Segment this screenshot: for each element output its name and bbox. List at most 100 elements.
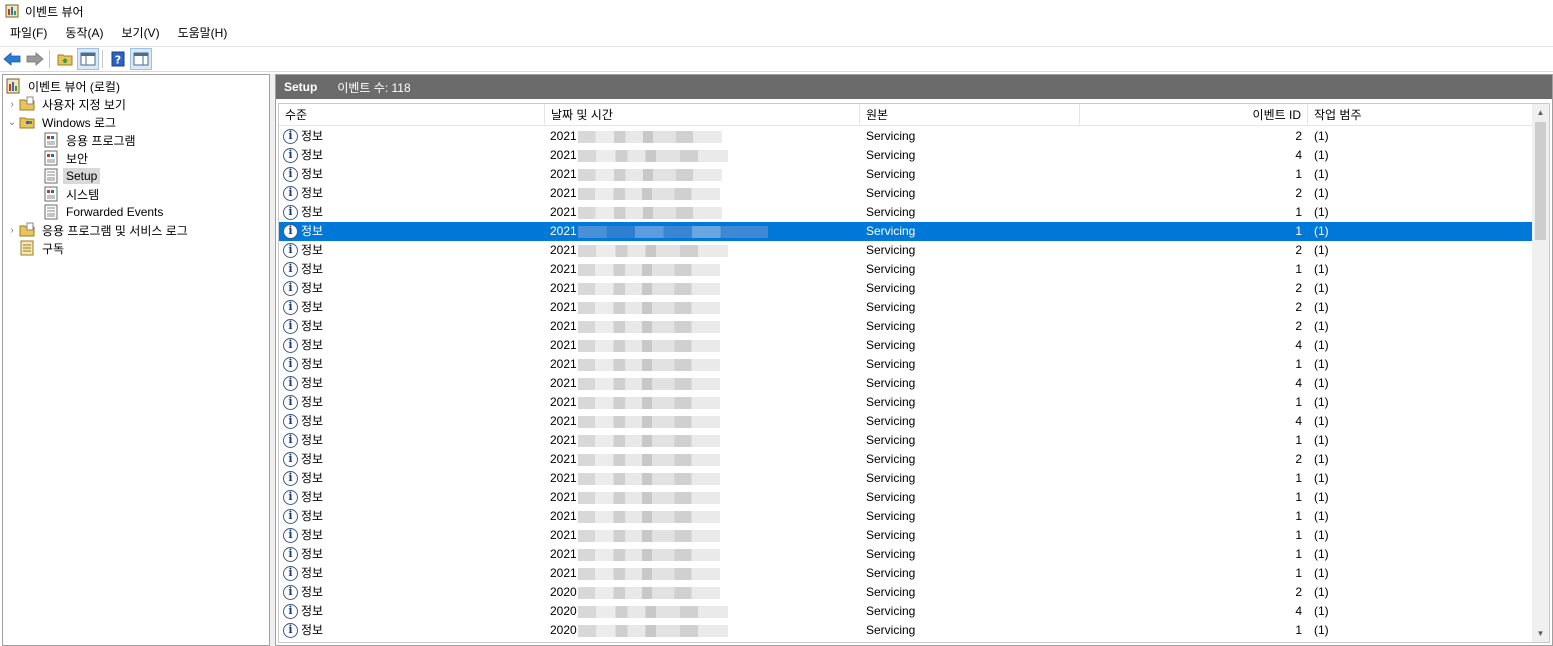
tree-item-application[interactable]: 응용 프로그램 [43, 131, 139, 149]
tree-item-subscriptions[interactable]: 구독 [19, 239, 67, 257]
table-row[interactable]: i 정보 2021 Servicing 2 (1) [279, 298, 1537, 317]
level-cell: i 정보 [279, 564, 545, 583]
redacted-datetime [577, 548, 720, 561]
chevron-right-icon[interactable]: › [5, 99, 19, 110]
table-row[interactable]: i 정보 2020 Servicing 1 (1) [279, 621, 1537, 640]
datetime-text: 2021 [550, 528, 577, 542]
source-cell: Servicing [866, 414, 916, 428]
tree-item-windows-logs[interactable]: ⌄ Windows 로그 [5, 113, 119, 131]
table-row[interactable]: i 정보 2021 Servicing 1 (1) [279, 488, 1537, 507]
table-row[interactable]: i 정보 2021 Servicing 2 (1) [279, 184, 1537, 203]
level-text: 정보 [301, 148, 324, 162]
column-header-event-id[interactable]: 이벤트 ID [1080, 104, 1308, 126]
source-cell: Servicing [866, 338, 916, 352]
table-row[interactable]: i 정보 2021 Servicing 2 (1) [279, 127, 1537, 146]
table-row[interactable]: i 정보 2021 Servicing 1 (1) [279, 564, 1537, 583]
chevron-right-icon[interactable]: › [5, 225, 19, 236]
menu-help[interactable]: 도움말(H) [168, 22, 236, 44]
back-button[interactable] [1, 48, 23, 70]
event-id-cell: 1 [1295, 224, 1302, 238]
information-icon: i [283, 129, 298, 144]
source-cell: Servicing [866, 205, 916, 219]
tree-item-forwarded-events[interactable]: Forwarded Events [43, 203, 166, 221]
menu-action[interactable]: 동작(A) [55, 22, 111, 44]
column-header-datetime[interactable]: 날짜 및 시간 [545, 104, 860, 126]
level-cell: i 정보 [279, 279, 545, 298]
table-row[interactable]: i 정보 2021 Servicing 2 (1) [279, 450, 1537, 469]
table-row[interactable]: i 정보 2021 Servicing 2 (1) [279, 317, 1537, 336]
source-cell: Servicing [866, 129, 916, 143]
tree-item-system[interactable]: 시스템 [43, 185, 102, 203]
table-row[interactable]: i 정보 2021 Servicing 4 (1) [279, 146, 1537, 165]
level-cell: i 정보 [279, 241, 545, 260]
grid-header: 수준 날짜 및 시간 원본 이벤트 ID 작업 범주 [279, 104, 1539, 126]
redacted-datetime [577, 149, 728, 162]
tree-item-root[interactable]: 이벤트 뷰어 (로컬) [5, 77, 123, 95]
tree-item-security[interactable]: 보안 [43, 149, 91, 167]
table-row[interactable]: i 정보 2021 Servicing 1 (1) [279, 355, 1537, 374]
table-row[interactable]: i 정보 2021 Servicing 4 (1) [279, 412, 1537, 431]
table-row[interactable]: i 정보 2021 Servicing 1 (1) [279, 393, 1537, 412]
datetime-cell: 2021 [545, 469, 860, 488]
table-row[interactable]: i 정보 2021 Servicing 2 (1) [279, 279, 1537, 298]
tree-item-setup[interactable]: Setup [43, 167, 101, 185]
event-list-panel: Setup 이벤트 수: 118 수준 날짜 및 시간 원본 이벤트 ID 작업… [275, 74, 1553, 646]
category-cell: (1) [1314, 452, 1329, 466]
up-folder-button[interactable] [54, 48, 76, 70]
redacted-datetime [577, 377, 720, 390]
information-icon: i [283, 471, 298, 486]
datetime-text: 2021 [550, 547, 577, 561]
table-row[interactable]: i 정보 2021 Servicing 4 (1) [279, 336, 1537, 355]
column-header-level[interactable]: 수준 [279, 104, 545, 126]
scroll-up-icon[interactable]: ▲ [1532, 104, 1549, 121]
title-bar: 이벤트 뷰어 [0, 0, 1553, 22]
table-row[interactable]: i 정보 2021 Servicing 1 (1) [279, 165, 1537, 184]
menu-file[interactable]: 파일(F) [0, 22, 55, 44]
scroll-thumb[interactable] [1535, 122, 1546, 240]
tree-item-custom-views[interactable]: › 사용자 지정 보기 [5, 95, 129, 113]
level-text: 정보 [301, 547, 324, 561]
table-row[interactable]: i 정보 2021 Servicing 1 (1) [279, 469, 1537, 488]
scroll-down-icon[interactable]: ▼ [1532, 625, 1549, 642]
chevron-down-icon[interactable]: ⌄ [5, 117, 19, 128]
datetime-text: 2020 [550, 604, 577, 618]
vertical-scrollbar[interactable]: ▲ ▼ [1532, 104, 1549, 642]
level-text: 정보 [301, 509, 324, 523]
column-header-source[interactable]: 원본 [860, 104, 1080, 126]
show-hide-action-pane-button[interactable] [130, 48, 152, 70]
information-icon: i [283, 148, 298, 163]
table-row[interactable]: i 정보 2020 Servicing 4 (1) [279, 602, 1537, 621]
level-cell: i 정보 [279, 583, 545, 602]
table-row[interactable]: i 정보 2021 Servicing 4 (1) [279, 374, 1537, 393]
table-row[interactable]: i 정보 2021 Servicing 1 (1) [279, 507, 1537, 526]
redacted-datetime [577, 187, 720, 200]
source-cell: Servicing [866, 585, 916, 599]
table-row[interactable]: i 정보 2021 Servicing 1 (1) [279, 222, 1537, 241]
table-row[interactable]: i 정보 2020 Servicing 2 (1) [279, 583, 1537, 602]
tree-item-app-services-logs[interactable]: › 응용 프로그램 및 서비스 로그 [5, 221, 191, 239]
datetime-cell: 2021 [545, 545, 860, 564]
event-id-cell: 2 [1295, 129, 1302, 143]
column-header-category[interactable]: 작업 범주 [1308, 104, 1537, 126]
toolbar: ? [0, 46, 1553, 72]
table-row[interactable]: i 정보 2021 Servicing 1 (1) [279, 260, 1537, 279]
redacted-datetime [577, 567, 720, 580]
table-row[interactable]: i 정보 2021 Servicing 1 (1) [279, 431, 1537, 450]
menu-view[interactable]: 보기(V) [111, 22, 167, 44]
forward-button[interactable] [24, 48, 46, 70]
level-cell: i 정보 [279, 374, 545, 393]
table-row[interactable]: i 정보 2021 Servicing 1 (1) [279, 545, 1537, 564]
table-row[interactable]: i 정보 2021 Servicing 2 (1) [279, 241, 1537, 260]
event-id-cell: 1 [1295, 205, 1302, 219]
datetime-cell: 2021 [545, 241, 860, 260]
source-cell: Servicing [866, 433, 916, 447]
category-cell: (1) [1314, 528, 1329, 542]
table-row[interactable]: i 정보 2021 Servicing 1 (1) [279, 203, 1537, 222]
category-cell: (1) [1314, 509, 1329, 523]
redacted-datetime [577, 339, 720, 352]
source-cell: Servicing [866, 509, 916, 523]
show-hide-console-tree-button[interactable] [77, 48, 99, 70]
log-icon [44, 168, 58, 184]
help-button[interactable]: ? [107, 48, 129, 70]
table-row[interactable]: i 정보 2021 Servicing 1 (1) [279, 526, 1537, 545]
